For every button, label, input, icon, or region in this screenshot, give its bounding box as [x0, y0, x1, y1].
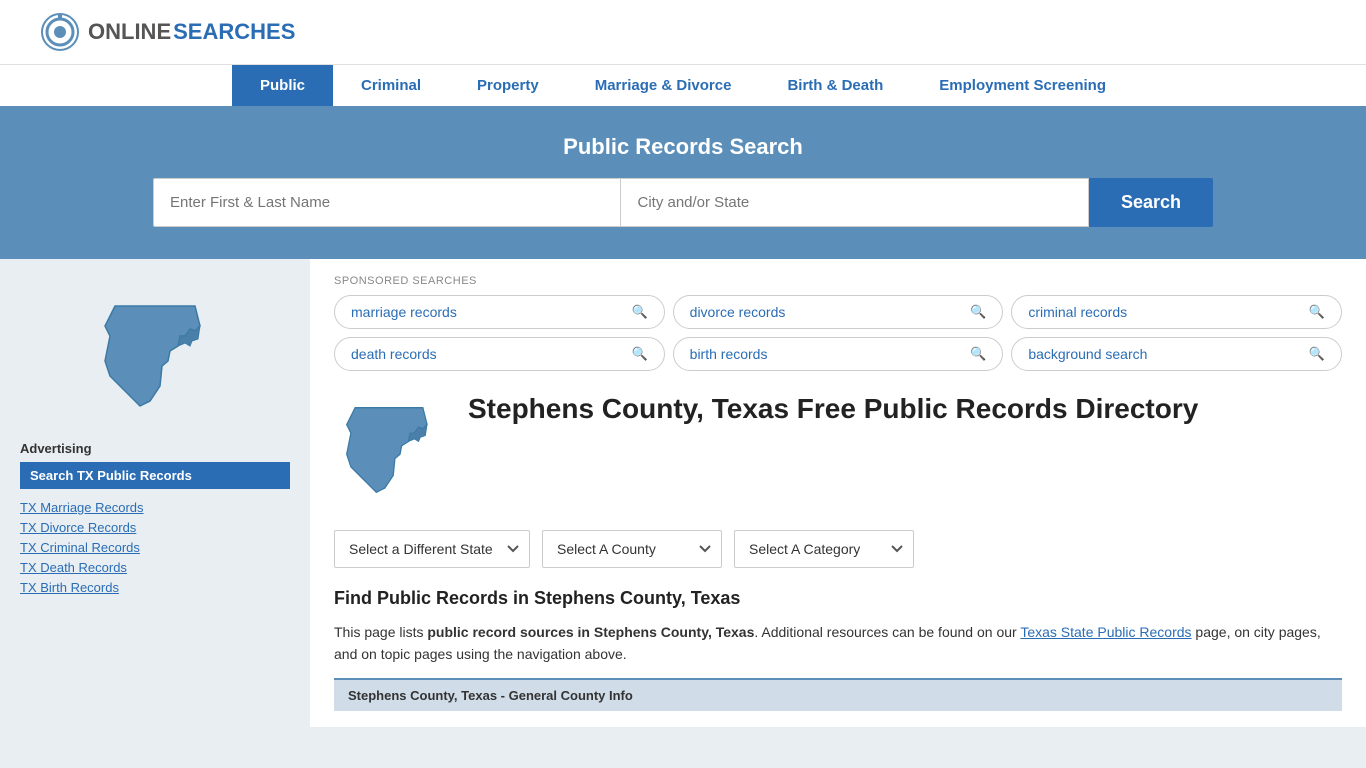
nav-property[interactable]: Property — [449, 65, 567, 106]
sponsored-tag-label: divorce records — [690, 304, 786, 320]
sponsored-tag-background[interactable]: background search 🔍 — [1011, 337, 1342, 371]
page-heading: Stephens County, Texas Free Public Recor… — [334, 391, 1342, 510]
texas-map-small-icon — [334, 395, 444, 505]
nav-public[interactable]: Public — [232, 65, 333, 106]
sidebar-link-birth[interactable]: TX Birth Records — [20, 580, 119, 595]
logo-icon — [40, 12, 80, 52]
category-dropdown[interactable]: Select A Category — [734, 530, 914, 568]
dropdowns-row: Select a Different State Select A County… — [334, 530, 1342, 568]
county-dropdown[interactable]: Select A County — [542, 530, 722, 568]
list-item: TX Birth Records — [20, 579, 290, 597]
search-icon: 🔍 — [970, 304, 986, 320]
search-icon: 🔍 — [970, 346, 986, 362]
find-description: This page lists public record sources in… — [334, 621, 1342, 666]
search-icon: 🔍 — [631, 346, 647, 362]
sponsored-tag-label: background search — [1028, 346, 1147, 362]
texas-map-small-container — [334, 395, 444, 510]
sponsored-tag-label: criminal records — [1028, 304, 1127, 320]
main-nav: Public Criminal Property Marriage & Divo… — [0, 64, 1366, 106]
find-desc-bold: public record sources in Stephens County… — [427, 624, 754, 640]
find-desc-middle: . Additional resources can be found on o… — [754, 624, 1020, 640]
logo-searches-text: SEARCHES — [173, 19, 295, 45]
sponsored-tag-criminal[interactable]: criminal records 🔍 — [1011, 295, 1342, 329]
search-icon: 🔍 — [1309, 346, 1325, 362]
sponsored-grid: marriage records 🔍 divorce records 🔍 cri… — [334, 295, 1342, 371]
general-info-bar: Stephens County, Texas - General County … — [334, 678, 1342, 711]
nav-employment[interactable]: Employment Screening — [911, 65, 1134, 106]
list-item: TX Divorce Records — [20, 519, 290, 537]
page-title: Stephens County, Texas Free Public Recor… — [468, 391, 1198, 427]
nav-marriage-divorce[interactable]: Marriage & Divorce — [567, 65, 760, 106]
sponsored-tag-label: birth records — [690, 346, 768, 362]
search-button[interactable]: Search — [1089, 178, 1213, 227]
sidebar-link-criminal[interactable]: TX Criminal Records — [20, 540, 140, 555]
search-icon: 🔍 — [631, 304, 647, 320]
sponsored-tag-divorce[interactable]: divorce records 🔍 — [673, 295, 1004, 329]
logo-text: ONLINE SEARCHES — [88, 19, 295, 45]
texas-map-icon — [90, 291, 220, 421]
search-hero: Public Records Search Search — [0, 106, 1366, 259]
ad-button[interactable]: Search TX Public Records — [20, 462, 290, 489]
list-item: TX Marriage Records — [20, 499, 290, 517]
main-content: SPONSORED SEARCHES marriage records 🔍 di… — [310, 259, 1366, 727]
nav-criminal[interactable]: Criminal — [333, 65, 449, 106]
name-input[interactable] — [153, 178, 620, 227]
nav-birth-death[interactable]: Birth & Death — [759, 65, 911, 106]
logo-online-text: ONLINE — [88, 19, 171, 45]
texas-state-link[interactable]: Texas State Public Records — [1020, 624, 1191, 640]
list-item: TX Criminal Records — [20, 539, 290, 557]
sidebar-link-marriage[interactable]: TX Marriage Records — [20, 500, 144, 515]
sidebar-link-divorce[interactable]: TX Divorce Records — [20, 520, 136, 535]
sponsored-tag-death[interactable]: death records 🔍 — [334, 337, 665, 371]
search-form: Search — [153, 178, 1213, 227]
sidebar-links: TX Marriage Records TX Divorce Records T… — [20, 499, 290, 597]
state-dropdown[interactable]: Select a Different State — [334, 530, 530, 568]
find-section-title: Find Public Records in Stephens County, … — [334, 588, 1342, 609]
list-item: TX Death Records — [20, 559, 290, 577]
hero-title: Public Records Search — [40, 134, 1326, 160]
sponsored-tag-birth[interactable]: birth records 🔍 — [673, 337, 1004, 371]
city-input[interactable] — [620, 178, 1088, 227]
advertising-label: Advertising — [20, 441, 290, 456]
sidebar: Advertising Search TX Public Records TX … — [0, 259, 310, 727]
main-layout: Advertising Search TX Public Records TX … — [0, 259, 1366, 727]
sponsored-label: SPONSORED SEARCHES — [334, 275, 1342, 287]
sponsored-tag-label: marriage records — [351, 304, 457, 320]
site-header: ONLINE SEARCHES — [0, 0, 1366, 64]
search-icon: 🔍 — [1309, 304, 1325, 320]
logo[interactable]: ONLINE SEARCHES — [40, 12, 295, 52]
texas-map-container — [20, 291, 290, 421]
sponsored-tag-label: death records — [351, 346, 437, 362]
find-desc-start: This page lists — [334, 624, 427, 640]
sidebar-link-death[interactable]: TX Death Records — [20, 560, 127, 575]
sponsored-tag-marriage[interactable]: marriage records 🔍 — [334, 295, 665, 329]
